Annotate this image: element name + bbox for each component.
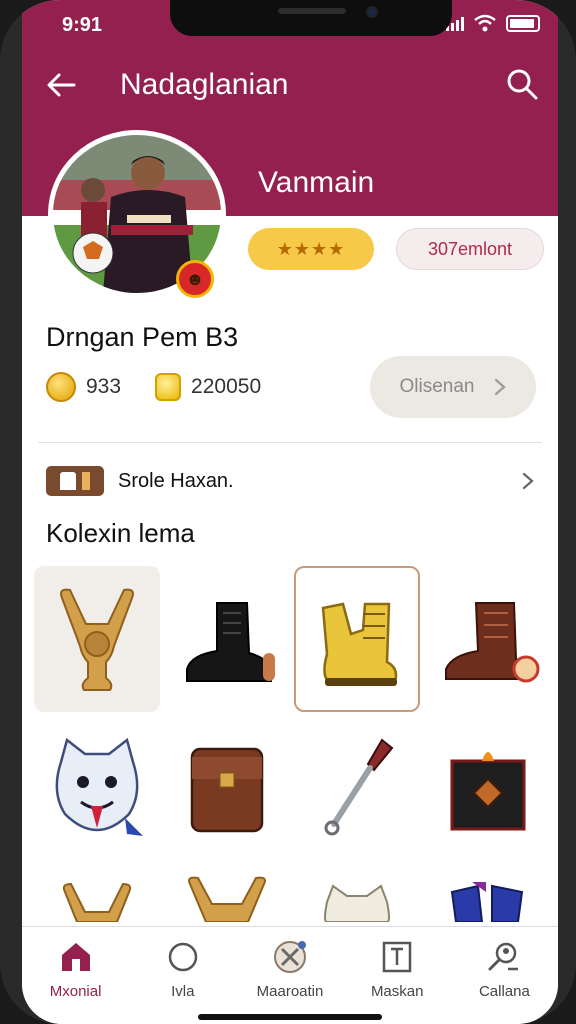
trophy-icon	[188, 876, 266, 922]
badge-icon	[274, 941, 306, 973]
collection-item-yellow-boot[interactable]	[294, 566, 420, 712]
status-icons	[446, 14, 540, 32]
collection-item-mascot-2[interactable]	[294, 862, 420, 928]
chevron-right-icon	[494, 378, 506, 396]
search-person-icon	[488, 942, 519, 971]
collection-item-blue-boots[interactable]	[424, 862, 550, 928]
collection-item-trophy[interactable]	[34, 566, 160, 712]
player-heading: Drngan Pem B3	[46, 322, 239, 352]
coin-count: 933	[86, 375, 122, 398]
tab-bar: Mxonial Ivla Maaroatin Maskan Callana	[22, 926, 558, 1024]
chevron-right-icon	[522, 472, 534, 490]
collection-item-trophy-2[interactable]	[34, 862, 160, 928]
chest-icon	[450, 752, 526, 831]
search-icon[interactable]	[504, 66, 540, 102]
camera	[366, 6, 378, 18]
collection-item-black-boot[interactable]	[164, 566, 290, 712]
collection-item-cat-mascot[interactable]	[34, 714, 160, 860]
collection-item-fire-chest[interactable]	[424, 714, 550, 860]
speaker	[278, 8, 346, 14]
emblem-icon: ☻	[176, 260, 214, 298]
tab-label-home: Mxonial	[49, 983, 102, 1000]
back-arrow-icon[interactable]	[44, 68, 78, 102]
notch	[170, 0, 452, 36]
collection-heading: Kolexin lema	[46, 518, 195, 548]
tab-label-maaroatin: Maaroatin	[256, 983, 324, 1000]
collection-item-wand[interactable]	[294, 714, 420, 860]
trophy-icon	[60, 588, 134, 691]
divider	[38, 442, 542, 443]
tab-callana[interactable]: Callana	[451, 927, 558, 1024]
tab-label-maskan: Maskan	[370, 983, 424, 1000]
collection-item-brown-boot[interactable]	[424, 566, 550, 712]
action-button-label: Olisenan	[399, 376, 475, 397]
boot-icon	[450, 882, 524, 922]
role-row[interactable]: Srole Haxan.	[46, 462, 538, 500]
home-indicator[interactable]	[198, 1014, 382, 1020]
tab-label-callana: Callana	[478, 983, 530, 1000]
tab-label-ivla: Ivla	[171, 983, 195, 1000]
mascot-icon	[55, 737, 143, 836]
mascot-icon	[324, 884, 390, 922]
boot-icon	[186, 602, 275, 682]
boot-icon	[445, 602, 540, 683]
profile-name: Vanmain	[258, 166, 375, 199]
status-time: 9:91	[62, 14, 103, 36]
element-badge[interactable]: 307emlont	[396, 228, 544, 270]
phone-frame: 9:91 Nadaglanian Vanmain ☻ ★★★★ 307emlon…	[0, 0, 576, 1024]
tab-maskan[interactable]: Maskan	[344, 927, 451, 1024]
frame-icon	[382, 941, 412, 973]
wand-icon	[324, 738, 394, 836]
gem-icon	[155, 373, 182, 401]
role-label: Srole Haxan.	[118, 469, 234, 492]
battery-icon	[506, 14, 540, 32]
screen: 9:91 Nadaglanian Vanmain ☻ ★★★★ 307emlon…	[22, 0, 558, 1024]
stats-row: 933 220050	[46, 372, 261, 402]
coin-icon	[46, 372, 76, 402]
trophy-icon	[62, 882, 132, 922]
circle-icon	[168, 942, 198, 972]
home-icon	[61, 943, 90, 971]
shop-icon	[46, 466, 104, 496]
boot-icon	[321, 602, 398, 686]
bag-icon	[190, 747, 264, 833]
tab-home[interactable]: Mxonial	[22, 927, 129, 1024]
gem-count: 220050	[191, 375, 262, 398]
collection-item-leather-bag[interactable]	[164, 714, 290, 860]
action-button[interactable]: Olisenan	[370, 356, 536, 418]
collection-item-trophy-3[interactable]	[164, 862, 290, 928]
page-title: Nadaglanian	[120, 68, 289, 101]
tab-ivla[interactable]: Ivla	[129, 927, 236, 1024]
tab-maaroatin[interactable]: Maaroatin	[236, 927, 343, 1024]
wifi-icon	[474, 14, 496, 32]
rating-badge: ★★★★	[248, 228, 374, 270]
